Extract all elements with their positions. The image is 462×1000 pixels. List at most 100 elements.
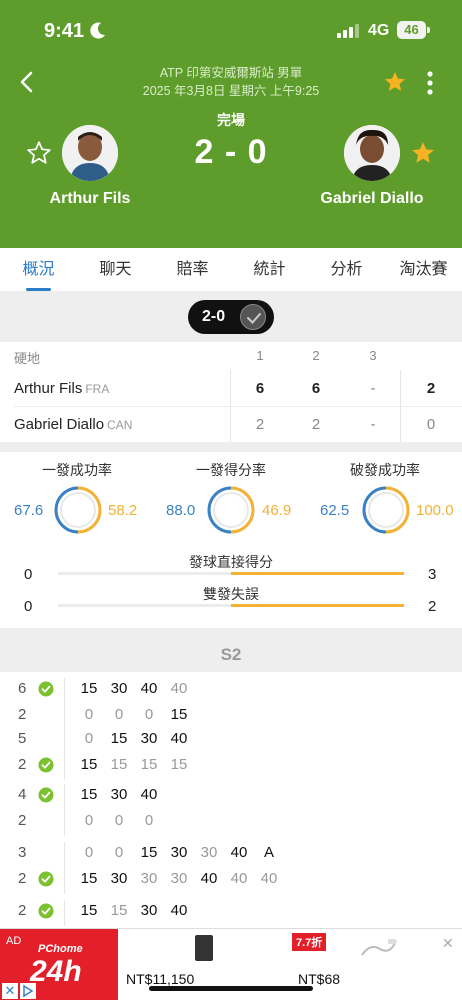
network-label: 4G bbox=[368, 22, 390, 39]
player1-name[interactable]: Arthur Fils bbox=[10, 190, 170, 208]
set-score-pill[interactable]: 2-0 bbox=[188, 300, 274, 334]
status-bar: 9:41 4G 46 bbox=[0, 0, 462, 60]
point-score: 40 bbox=[170, 730, 188, 747]
tab-analysis[interactable]: 分析 bbox=[308, 248, 385, 291]
moon-icon bbox=[90, 22, 105, 39]
tab-knockout[interactable]: 淘汰賽 bbox=[385, 248, 462, 291]
stat-bar-right-value: 3 bbox=[428, 566, 437, 583]
ad-logo[interactable]: AD PChome 24h ✕ bbox=[0, 929, 118, 1000]
game-divider bbox=[64, 678, 65, 730]
set-score-cell: 6 bbox=[255, 380, 265, 397]
point-score: 15 bbox=[80, 756, 98, 773]
signal-icon bbox=[337, 24, 359, 38]
ad-choices-icon[interactable] bbox=[20, 983, 36, 999]
ad-discount-badge: 7.7折 bbox=[292, 933, 327, 951]
point-score: 0 bbox=[144, 812, 154, 829]
point-by-point: S2 6 15 30 40 40 2 0 0 0 15 5 0 15 30 40 2 15 15 15 15 4 15 30… bbox=[0, 638, 462, 928]
match-score: 2 - 0 bbox=[194, 133, 268, 171]
back-icon[interactable] bbox=[16, 70, 38, 94]
tab-statistics[interactable]: 統計 bbox=[231, 248, 308, 291]
tab-bar: 概況 聊天 賠率 統計 分析 淘汰賽 bbox=[0, 248, 462, 292]
favorite-match-star-icon[interactable] bbox=[383, 70, 407, 94]
battery-level: 46 bbox=[397, 21, 426, 39]
point-score: 15 bbox=[170, 706, 188, 723]
stat-bar-title: 發球直接得分 bbox=[189, 554, 273, 570]
game-divider bbox=[64, 784, 65, 836]
row-player-country: FRA bbox=[85, 382, 110, 396]
more-options-icon[interactable] bbox=[423, 70, 437, 96]
player1-avatar[interactable] bbox=[62, 125, 118, 181]
set-score-label: 2-0 bbox=[202, 308, 226, 325]
set-score-cell: - bbox=[370, 416, 376, 433]
point-score: 0 bbox=[84, 730, 94, 747]
point-score: A bbox=[263, 844, 274, 861]
stat-left-value: 88.0 bbox=[166, 502, 196, 519]
check-icon bbox=[240, 304, 266, 330]
game-score: 2 bbox=[18, 812, 27, 829]
tab-chat[interactable]: 聊天 bbox=[77, 248, 154, 291]
player2-avatar[interactable] bbox=[344, 125, 400, 181]
game-won-check-icon bbox=[38, 903, 54, 919]
point-score: 30 bbox=[140, 870, 158, 887]
player2-name[interactable]: Gabriel Diallo bbox=[292, 190, 452, 208]
ad-price[interactable]: NT$68 bbox=[298, 971, 340, 987]
set-score-cell: 2 bbox=[255, 416, 265, 433]
point-score: 30 bbox=[110, 680, 128, 697]
game-divider bbox=[64, 900, 65, 926]
divider bbox=[0, 628, 462, 638]
row-player-name: Gabriel Diallo bbox=[14, 416, 105, 433]
row-player-name: Arthur Fils bbox=[14, 380, 83, 397]
point-score: 0 bbox=[84, 812, 94, 829]
point-score: 15 bbox=[170, 756, 188, 773]
ad-close-icon[interactable]: ✕ bbox=[442, 935, 454, 952]
set-score-cell: 2 bbox=[311, 416, 321, 433]
ad-choices-close-icon[interactable]: ✕ bbox=[2, 983, 18, 999]
score-table: 硬地 1 2 3 Arthur Fils FRA 6 6 - 2 Gabriel … bbox=[0, 342, 462, 442]
ad-product-image[interactable] bbox=[360, 937, 398, 959]
point-score: 40 bbox=[140, 786, 158, 803]
game-won-check-icon bbox=[38, 787, 54, 803]
donut-chart bbox=[207, 486, 255, 534]
tab-overview[interactable]: 概況 bbox=[0, 248, 77, 291]
table-row-player1: Arthur Fils FRA bbox=[14, 380, 109, 397]
stat-bar-title: 雙發失誤 bbox=[203, 586, 259, 602]
point-score: 15 bbox=[140, 844, 158, 861]
set-score-cell: 6 bbox=[311, 380, 321, 397]
point-score: 15 bbox=[110, 902, 128, 919]
favorite-player1-star-icon[interactable] bbox=[26, 140, 52, 166]
ad-price[interactable]: NT$11,150 bbox=[126, 971, 194, 987]
point-score: 40 bbox=[170, 902, 188, 919]
total-score-cell: 2 bbox=[426, 380, 436, 397]
match-header: 9:41 4G 46 ATP 印第安威爾斯站 男單 2025 年3月8日 星期六… bbox=[0, 0, 462, 248]
point-score: 30 bbox=[170, 844, 188, 861]
point-score: 40 bbox=[230, 870, 248, 887]
divider bbox=[0, 442, 462, 452]
game-score: 2 bbox=[18, 870, 27, 887]
point-score: 30 bbox=[110, 870, 128, 887]
tournament-name: ATP 印第安威爾斯站 男單 bbox=[159, 66, 303, 80]
game-won-check-icon bbox=[38, 681, 54, 697]
point-score: 15 bbox=[110, 730, 128, 747]
ad-product-image[interactable] bbox=[195, 935, 213, 961]
donut-chart bbox=[54, 486, 102, 534]
game-won-check-icon bbox=[38, 757, 54, 773]
set-header: 1 bbox=[256, 348, 264, 363]
game-won-check-icon bbox=[38, 871, 54, 887]
stat-title: 一發得分率 bbox=[196, 462, 266, 478]
game-score: 2 bbox=[18, 756, 27, 773]
stat-bar-left-value: 0 bbox=[24, 598, 33, 615]
stat-bar-fill bbox=[231, 572, 404, 575]
game-score: 6 bbox=[18, 680, 27, 697]
stat-title: 破發成功率 bbox=[350, 462, 420, 478]
match-datetime: 2025 年3月8日 星期六 上午9:25 bbox=[142, 84, 320, 98]
status-time: 9:41 bbox=[44, 20, 85, 42]
point-score: 15 bbox=[80, 786, 98, 803]
tab-odds[interactable]: 賠率 bbox=[154, 248, 231, 291]
point-score: 40 bbox=[170, 680, 188, 697]
set-label: S2 bbox=[0, 638, 462, 672]
stats-panel: 一發成功率 一發得分率 破發成功率 67.6 58.2 88.0 46.9 62… bbox=[0, 452, 462, 628]
total-score-cell: 0 bbox=[426, 416, 436, 433]
game-divider bbox=[64, 728, 65, 780]
stat-bar-fill bbox=[231, 604, 404, 607]
favorite-player2-star-icon[interactable] bbox=[410, 140, 436, 166]
